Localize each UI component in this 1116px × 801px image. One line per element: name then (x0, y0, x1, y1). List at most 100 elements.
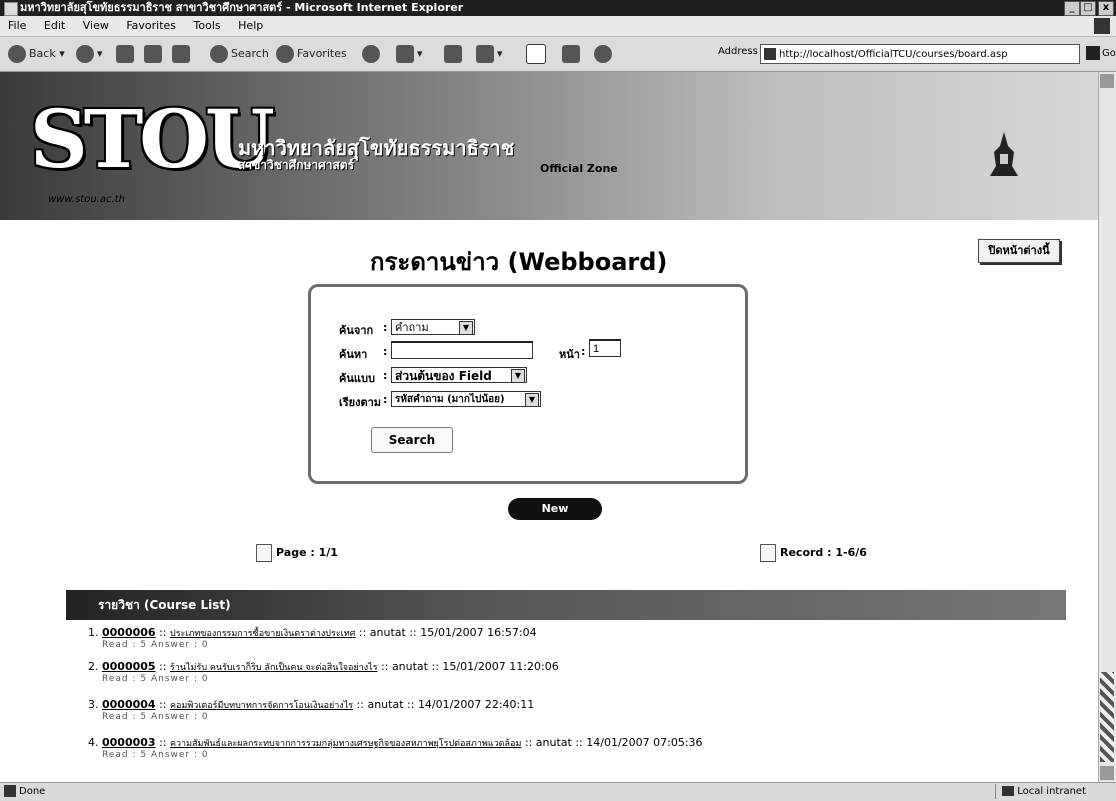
item-code-link[interactable]: 0000005 (102, 660, 156, 673)
history-button[interactable] (358, 42, 387, 66)
home-button[interactable] (168, 42, 197, 66)
page-icon (256, 544, 272, 562)
search-from-label: ค้นจาก (339, 324, 374, 337)
ie-app-icon (4, 2, 18, 16)
page-info-text: Page : 1/1 (276, 546, 338, 559)
edit-page-icon (476, 45, 494, 63)
search-button[interactable]: Search (371, 427, 453, 453)
home-icon (172, 45, 190, 63)
item-date: 14/01/2007 22:40:11 (417, 698, 535, 711)
search-from-select[interactable]: คำถาม ▼ (391, 319, 475, 335)
scroll-up-button[interactable] (1100, 74, 1114, 88)
search-magnifier-icon (210, 45, 228, 63)
menu-help[interactable]: Help (238, 19, 263, 32)
search-mode-value: ส่วนต้นของ Field (395, 369, 492, 383)
sort-by-select[interactable]: รหัสคำถาม (มากไปน้อย) ▼ (391, 391, 541, 407)
list-item: 4. 0000003 :: ความสัมพันธ์และผลกระทบจากก… (88, 736, 703, 760)
scroll-down-button[interactable] (1100, 766, 1114, 780)
chevron-down-icon: ▼ (459, 321, 473, 335)
back-label: Back (29, 47, 56, 60)
mail-icon (396, 45, 414, 63)
messenger-icon (594, 45, 612, 63)
menu-edit[interactable]: Edit (44, 19, 65, 32)
menu-view[interactable]: View (83, 19, 109, 32)
discuss-button[interactable] (558, 42, 587, 66)
item-number: 2. (88, 660, 99, 673)
scroll-thumb[interactable] (1100, 672, 1114, 762)
messenger-button[interactable] (590, 42, 619, 66)
page-number-input[interactable] (589, 339, 621, 357)
print-toolbar-button[interactable] (440, 42, 469, 66)
favorites-button[interactable]: Favorites (272, 42, 351, 66)
item-subject-link[interactable]: คอมพิวเตอร์มีบทบาทการจัดการโอนเงินอย่างไ… (170, 701, 353, 711)
stou-logo: STOU (30, 92, 275, 186)
address-url: http://localhost/OfficialTCU/courses/boa… (779, 49, 1008, 60)
go-button[interactable]: Go (1086, 44, 1116, 64)
close-window-button[interactable]: ปิดหน้าต่างนี้ (978, 239, 1060, 263)
menu-file[interactable]: File (8, 19, 26, 32)
colon: : (383, 321, 388, 334)
menu-bar: File Edit View Favorites Tools Help (0, 16, 1116, 37)
item-number: 3. (88, 698, 99, 711)
official-zone-label: Official Zone (540, 162, 618, 175)
blank-toolbar-button[interactable] (522, 42, 553, 66)
item-meta: Read : 5 Answer : 0 (102, 712, 209, 722)
search-mode-select[interactable]: ส่วนต้นของ Field ▼ (391, 367, 527, 383)
page-info: Page : 1/1 (256, 544, 338, 562)
address-label: Address (718, 46, 758, 57)
page-number-label: หน้า (559, 348, 580, 361)
blank-page-icon (526, 44, 546, 64)
go-arrow-icon (1086, 46, 1100, 60)
minimize-button[interactable]: _ (1064, 1, 1080, 16)
refresh-button[interactable] (140, 42, 169, 66)
back-button[interactable]: Back ▾ (4, 42, 69, 66)
item-meta: Read : 5 Answer : 0 (102, 750, 209, 760)
network-icon (1002, 786, 1015, 796)
edit-toolbar-button[interactable]: ▾ (472, 42, 507, 66)
item-date: 15/01/2007 11:20:06 (442, 660, 559, 673)
stop-button[interactable] (112, 42, 141, 66)
history-icon (362, 45, 380, 63)
status-bar: Done Local intranet (0, 782, 1116, 801)
site-banner: STOU www.stou.ac.th มหาวิทยาลัยสุโขทัยธร… (0, 72, 1098, 220)
sort-by-label: เรียงตาม (339, 396, 382, 409)
item-code-link[interactable]: 0000006 (102, 626, 156, 639)
page-title: กระดานข่าว (Webboard) (370, 248, 668, 276)
item-subject-link[interactable]: ความสัมพันธ์และผลกระทบจากการรวมกลุ่มทางเ… (170, 739, 521, 749)
record-info-text: Record : 1-6/6 (780, 546, 867, 559)
menu-favorites[interactable]: Favorites (126, 19, 176, 32)
security-zone: Local intranet (995, 784, 1086, 799)
item-author: anutat (367, 698, 404, 711)
maximize-button[interactable]: □ (1080, 1, 1096, 16)
item-code-link[interactable]: 0000004 (102, 698, 156, 711)
page-icon (760, 544, 776, 562)
mail-button[interactable]: ▾ (392, 42, 427, 66)
search-toolbar-button[interactable]: Search (206, 42, 273, 66)
sort-by-value: รหัสคำถาม (มากไปน้อย) (395, 394, 505, 405)
search-keyword-label: ค้นหา (339, 348, 368, 361)
search-toolbar-label: Search (231, 47, 269, 60)
menu-tools[interactable]: Tools (194, 19, 221, 32)
item-code-link[interactable]: 0000003 (102, 736, 156, 749)
forward-button[interactable]: ▾ (72, 42, 107, 66)
go-label: Go (1102, 48, 1116, 59)
item-subject-link[interactable]: ประเภทของกรรมการซื้อขายเงินตราต่างประเทศ (170, 629, 355, 639)
stop-icon (116, 45, 134, 63)
new-post-button[interactable]: New (508, 498, 602, 520)
discuss-icon (562, 45, 580, 63)
school-name: สาขาวิชาศึกษาศาสตร์ (238, 158, 355, 172)
search-mode-label: ค้นแบบ (339, 372, 375, 385)
item-number: 4. (88, 736, 99, 749)
list-item: 2. 0000005 :: ร้านไม่รับ คนรับเราก็ริบ ล… (88, 660, 559, 684)
forward-arrow-icon (76, 45, 94, 63)
colon: : (581, 345, 586, 358)
search-keyword-input[interactable] (391, 341, 533, 359)
address-bar[interactable]: http://localhost/OfficialTCU/courses/boa… (760, 44, 1080, 64)
window-title-bar: มหาวิทยาลัยสุโขทัยธรรมาธิราช สาขาวิชาศึก… (0, 0, 1116, 16)
back-arrow-icon (8, 45, 26, 63)
item-author: anutat (535, 736, 572, 749)
vertical-scrollbar[interactable] (1098, 72, 1116, 782)
item-subject-link[interactable]: ร้านไม่รับ คนรับเราก็ริบ ลักเป็นคน จะต่อ… (170, 663, 378, 673)
close-button[interactable]: x (1098, 1, 1114, 16)
windows-logo-icon (1094, 18, 1110, 34)
